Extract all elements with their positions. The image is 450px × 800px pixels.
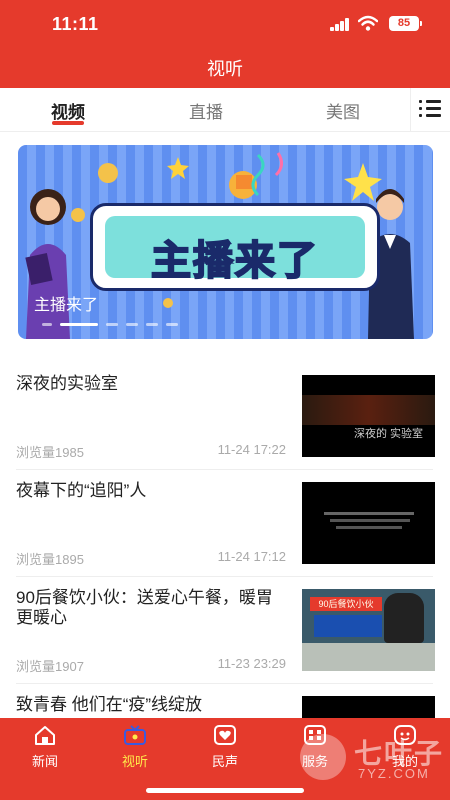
tab-photos[interactable]: 美图 — [303, 98, 383, 123]
tab-bar: 视频 直播 美图 — [0, 88, 450, 132]
news-views: 浏览量1895 — [16, 552, 84, 567]
news-time: 11-24 17:12 — [217, 549, 286, 564]
nav-item-news[interactable]: 新闻 — [0, 718, 90, 778]
active-tab-indicator — [52, 121, 84, 125]
app-header: 11:11 85 视听 — [0, 0, 450, 88]
thumbnail-caption: 深夜的 实验室 — [354, 428, 424, 440]
house-icon — [35, 726, 55, 745]
home-indicator — [146, 788, 304, 793]
news-thumbnail — [302, 482, 435, 564]
news-time: 11-23 23:29 — [217, 656, 286, 671]
watermark: 七叶子 7YZ.COM — [300, 728, 450, 788]
nav-label: 视听 — [121, 754, 148, 769]
watermark-logo-icon — [300, 734, 346, 780]
news-item[interactable]: 深夜的实验室 浏览量1985 11-24 17:22 深夜的 实验室 — [0, 356, 450, 463]
news-title: 深夜的实验室 — [16, 374, 118, 393]
news-item[interactable]: 夜幕下的“追阳”人 浏览量1895 11-24 17:12 — [0, 463, 450, 570]
news-time: 11-24 17:22 — [217, 442, 286, 457]
nav-label: 新闻 — [31, 754, 58, 769]
news-views: 浏览量1985 — [16, 445, 84, 460]
tab-video[interactable]: 视频 — [28, 98, 108, 123]
channel-menu-icon[interactable] — [419, 100, 441, 118]
news-thumbnail: 90后餐饮小伙 — [302, 589, 435, 671]
news-title: 90后餐饮小伙：送爱心午餐，暖胃更暖心 — [16, 588, 273, 627]
nav-label: 民声 — [211, 754, 238, 769]
news-views: 浏览量1907 — [16, 659, 84, 674]
banner-board-text: 主播来了 — [150, 238, 319, 284]
signal-icon — [330, 18, 350, 31]
wifi-icon — [358, 15, 378, 31]
banner-caption: 主播来了 — [34, 297, 99, 314]
news-item[interactable]: 90后餐饮小伙：送爱心午餐，暖胃更暖心 浏览量1907 11-23 23:29 … — [0, 570, 450, 677]
tab-live[interactable]: 直播 — [166, 98, 246, 123]
status-bar: 11:11 85 — [0, 0, 450, 48]
battery-icon: 85 — [389, 16, 422, 31]
heart-icon — [214, 725, 236, 745]
nav-item-voice[interactable]: 民声 — [180, 718, 270, 778]
news-title: 夜幕下的“追阳”人 — [16, 481, 147, 500]
nav-item-media[interactable]: 视听 — [90, 718, 180, 778]
page-title: 视听 — [207, 59, 243, 79]
status-time: 11:11 — [52, 14, 99, 34]
news-title: 致青春 他们在“疫”线绽放 — [16, 695, 203, 714]
watermark-sub: 7YZ.COM — [358, 766, 430, 781]
thumbnail-caption: 90后餐饮小伙 — [310, 597, 382, 611]
news-thumbnail: 深夜的 实验室 — [302, 375, 435, 457]
banner-board: 主播来了 — [90, 203, 380, 291]
tv-icon — [124, 725, 146, 745]
tab-divider — [410, 88, 411, 131]
banner-carousel[interactable]: 主播来了 主播来了 — [18, 145, 433, 339]
